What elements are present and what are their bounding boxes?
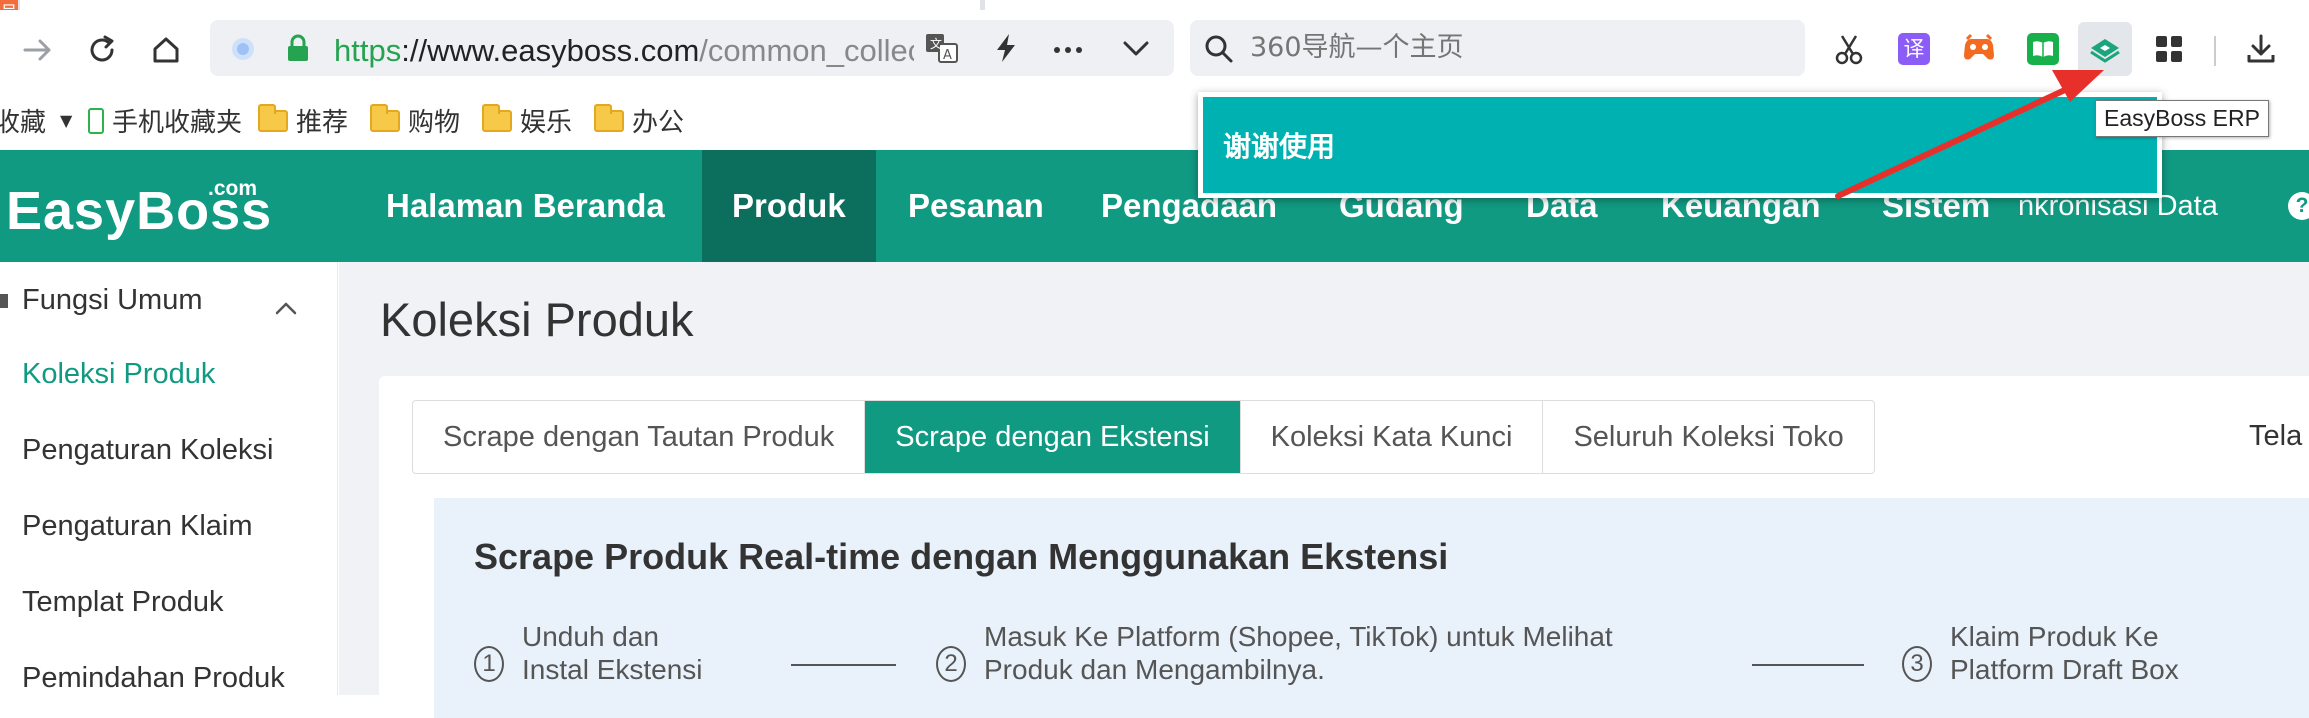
step-line: Produk dan Mengambilnya.	[984, 654, 1325, 685]
bookmark-label: 办公	[632, 108, 685, 138]
svg-text:A: A	[943, 48, 952, 63]
more-dots-icon[interactable]	[1053, 42, 1083, 60]
search-input[interactable]	[1250, 32, 1750, 63]
extension-info-box: Scrape Produk Real-time dengan Menggunak…	[434, 498, 2309, 718]
download-icon[interactable]	[2240, 28, 2282, 70]
nav-home[interactable]: Halaman Beranda	[356, 150, 695, 262]
bookmark-label: 娱乐	[520, 108, 573, 138]
toolbar-divider	[2214, 36, 2216, 66]
tab-keyword-collection[interactable]: Koleksi Kata Kunci	[1241, 401, 1544, 473]
translator-ext-icon[interactable]: 译	[1893, 28, 1935, 70]
app-logo-suffix: .com	[208, 177, 258, 200]
extension-popup: 谢谢使用	[1198, 92, 2162, 198]
step-connector	[791, 664, 896, 666]
info-title: Scrape Produk Real-time dengan Menggunak…	[474, 536, 1449, 577]
sidebar-item-product-transfer[interactable]: Pemindahan Produk	[22, 662, 285, 695]
sidebar: Fungsi Umum Koleksi Produk Pengaturan Ko…	[0, 262, 338, 695]
folder-icon	[370, 103, 400, 132]
sidebar-item-collection-settings[interactable]: Pengaturan Koleksi	[22, 434, 274, 467]
book-ext-icon[interactable]	[2022, 28, 2064, 70]
extension-tooltip: EasyBoss ERP	[2095, 100, 2269, 137]
step-line: Klaim Produk Ke	[1950, 621, 2159, 652]
tab-scrape-by-extension[interactable]: Scrape dengan Ekstensi	[865, 401, 1241, 473]
svg-text:文: 文	[930, 36, 942, 51]
chevron-up-icon	[275, 290, 297, 323]
tab-extra-cut[interactable]: Tela	[2249, 400, 2302, 472]
address-bar[interactable]: https://www.easyboss.com/common_collect …	[210, 20, 1174, 76]
sidebar-item-product-collection[interactable]: Koleksi Produk	[22, 358, 215, 391]
folder-icon	[258, 103, 288, 132]
step-line: Platform Draft Box	[1950, 654, 2179, 685]
bookmark-folder-recommend[interactable]: 推荐	[258, 102, 348, 139]
bookmark-menu-favorites[interactable]: 收藏 ▼	[0, 102, 72, 139]
step-line: Instal Ekstensi	[522, 654, 703, 685]
lightning-icon[interactable]	[991, 32, 1021, 69]
search-bar[interactable]	[1190, 20, 1805, 76]
page-title: Koleksi Produk	[380, 293, 694, 346]
lock-icon	[286, 34, 310, 67]
game-ext-icon[interactable]	[1958, 28, 2000, 70]
popup-message: 谢谢使用	[1223, 130, 1336, 163]
step-number: 3	[1902, 646, 1932, 682]
bookmark-label: 购物	[408, 108, 461, 138]
group-bullet-icon	[0, 294, 8, 308]
scissors-icon[interactable]	[1828, 28, 1870, 70]
site-info-icon[interactable]	[230, 36, 256, 67]
translate-icon[interactable]: 文A	[925, 32, 959, 69]
step-text: Unduh dan Instal Ekstensi	[522, 620, 703, 686]
bookmark-folder-shopping[interactable]: 购物	[370, 102, 460, 139]
nav-orders[interactable]: Pesanan	[878, 150, 1074, 262]
apps-grid-icon[interactable]	[2148, 28, 2190, 70]
sidebar-group-label: Fungsi Umum	[22, 284, 203, 316]
sidebar-item-product-template[interactable]: Templat Produk	[22, 586, 224, 619]
bookmark-mobile-favorites[interactable]: 手机收藏夹	[88, 102, 242, 139]
browser-tab-strip	[0, 0, 2309, 10]
tab-scrape-by-link[interactable]: Scrape dengan Tautan Produk	[413, 401, 866, 473]
forward-arrow-icon[interactable]	[18, 30, 58, 70]
browser-toolbar: https://www.easyboss.com/common_collect …	[0, 10, 2309, 88]
browser-tab[interactable]	[985, 0, 2309, 10]
bookmark-label: 手机收藏夹	[112, 108, 243, 138]
content-card: Scrape dengan Tautan Produk Scrape denga…	[379, 376, 2309, 718]
step-line: Unduh dan	[522, 621, 660, 652]
bookmark-label: 推荐	[296, 108, 349, 138]
step-connector	[1752, 664, 1864, 666]
search-icon	[1204, 34, 1234, 69]
dropdown-chevron-icon[interactable]	[1122, 36, 1150, 65]
tab-whole-store-collection[interactable]: Seluruh Koleksi Toko	[1543, 401, 1873, 473]
url-text[interactable]: https://www.easyboss.com/common_collect	[334, 33, 914, 69]
sidebar-item-claim-settings[interactable]: Pengaturan Klaim	[22, 510, 253, 543]
caret-down-icon: ▼	[60, 111, 73, 130]
help-icon[interactable]: ?	[2288, 192, 2309, 220]
step-number: 2	[936, 646, 966, 682]
phone-icon	[88, 107, 104, 134]
bookmark-folder-office[interactable]: 办公	[594, 102, 684, 139]
folder-icon	[594, 103, 624, 132]
easyboss-ext-icon[interactable]	[2078, 22, 2132, 76]
bookmark-folder-entertainment[interactable]: 娱乐	[482, 102, 572, 139]
step-text: Klaim Produk Ke Platform Draft Box	[1950, 620, 2179, 686]
reload-icon[interactable]	[82, 30, 122, 70]
step-number: 1	[474, 646, 504, 682]
collection-tabs: Scrape dengan Tautan Produk Scrape denga…	[412, 400, 1875, 474]
browser-tab[interactable]	[20, 0, 980, 10]
bookmark-label: 收藏	[0, 108, 47, 138]
home-icon[interactable]	[146, 30, 186, 70]
step-line: Masuk Ke Platform (Shopee, TikTok) untuk…	[984, 621, 1613, 652]
nav-products[interactable]: Produk	[702, 150, 876, 262]
main-content: Koleksi Produk Scrape dengan Tautan Prod…	[339, 262, 2309, 718]
step-text: Masuk Ke Platform (Shopee, TikTok) untuk…	[984, 620, 1613, 686]
sidebar-group-general[interactable]: Fungsi Umum	[0, 280, 338, 328]
folder-icon	[482, 103, 512, 132]
